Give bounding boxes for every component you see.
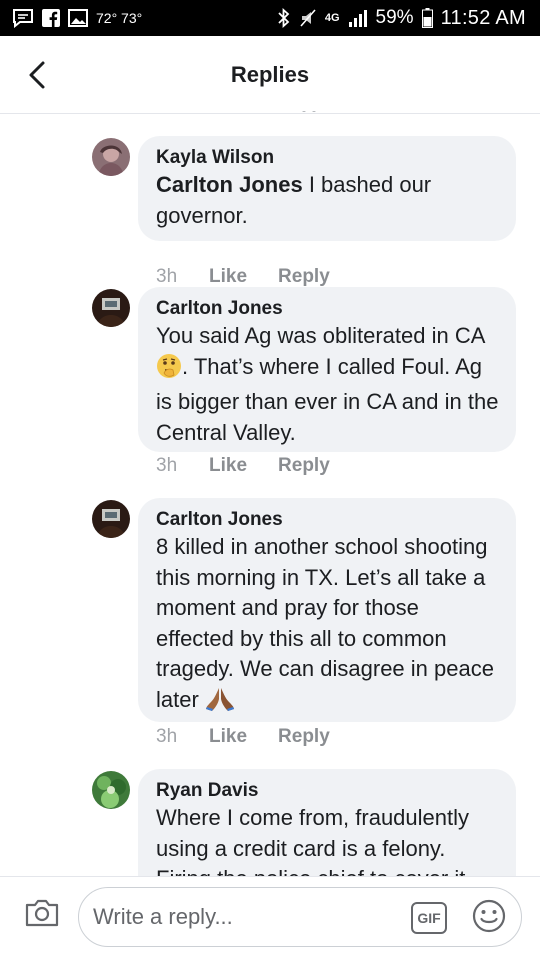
comment-actions: 3h Like Reply (156, 726, 330, 748)
comment-time: 3h (156, 726, 178, 747)
comment-author[interactable]: Carlton Jones (156, 508, 500, 532)
comment-text-body: You said Ag was obliterated in CA (156, 323, 486, 348)
thinking-face-icon (156, 353, 182, 388)
mention-link[interactable]: Carlton Jones (156, 172, 303, 197)
battery-percent: 59% (375, 7, 414, 28)
praying-hands-icon (205, 686, 235, 721)
status-bar: 72° 73° 4G 59% 11:52 AM (0, 0, 540, 36)
smiley-icon (472, 899, 506, 938)
reply-composer: GIF (0, 876, 540, 960)
gif-button[interactable]: GIF (411, 902, 447, 934)
facebook-notification-icon (42, 9, 60, 27)
like-button[interactable]: Like (209, 266, 247, 288)
page-title: Replies (230, 61, 310, 87)
reply-button[interactable]: Reply (278, 455, 330, 477)
clock-time: 11:52 AM (440, 6, 526, 29)
avatar[interactable] (92, 500, 130, 538)
comment-text: Where I come from, fraudulently using a … (156, 805, 470, 876)
comment-text: Carlton Jones I bashed our governor. (156, 170, 500, 231)
comment-time: 3h (156, 266, 178, 287)
battery-icon (421, 8, 433, 28)
like-button[interactable]: Like (209, 455, 247, 477)
comment-list[interactable]: Kayla Wilson Carlton Jones I bashed our … (0, 114, 540, 876)
reply-button[interactable]: Reply (278, 266, 330, 288)
temperature-text: 72° 73° (96, 10, 143, 26)
gallery-notification-icon (68, 9, 88, 27)
sticker-button[interactable] (471, 899, 507, 938)
status-right: 4G 59% 11:52 AM (277, 7, 526, 30)
camera-button[interactable] (24, 897, 60, 933)
signal-icon (348, 9, 368, 27)
comment-time: 3h (156, 455, 178, 476)
camera-icon (24, 898, 60, 933)
reply-button[interactable]: Reply (278, 726, 330, 748)
like-button[interactable]: Like (209, 726, 247, 748)
reply-input[interactable] (93, 900, 393, 934)
comment-bubble[interactable]: Kayla Wilson Carlton Jones I bashed our … (138, 136, 516, 241)
comment-text: 8 killed in another school shooting this… (156, 532, 500, 720)
back-button[interactable] (22, 60, 52, 95)
comment-author[interactable]: Carlton Jones (156, 297, 500, 321)
truncated-text-hint (296, 102, 336, 112)
comment-author[interactable]: Kayla Wilson (156, 146, 500, 170)
comment-bubble[interactable]: Carlton Jones You said Ag was obliterate… (138, 287, 516, 452)
status-left: 72° 73° (12, 8, 142, 28)
avatar[interactable] (92, 771, 130, 809)
bluetooth-icon (277, 8, 291, 28)
comment-bubble[interactable]: Carlton Jones 8 killed in another school… (138, 498, 516, 722)
reply-input-container[interactable]: GIF (78, 887, 522, 947)
comment-actions: 3h Like Reply (156, 266, 330, 288)
replies-header: Replies (0, 36, 540, 114)
avatar[interactable] (92, 138, 130, 176)
comment-author[interactable]: Ryan Davis (156, 779, 500, 803)
messenger-notification-icon (12, 8, 34, 28)
mute-vibrate-icon (299, 8, 317, 28)
comment-text: You said Ag was obliterated in CA . That’… (156, 321, 500, 448)
comment-bubble[interactable]: Ryan Davis Where I come from, fraudulent… (138, 769, 516, 876)
network-4g-icon: 4G (324, 12, 340, 24)
avatar[interactable] (92, 289, 130, 327)
chevron-left-icon (27, 60, 47, 95)
comment-actions: 3h Like Reply (156, 455, 330, 477)
comment-text-body: . That’s where I called Foul. Ag is bigg… (156, 353, 499, 445)
